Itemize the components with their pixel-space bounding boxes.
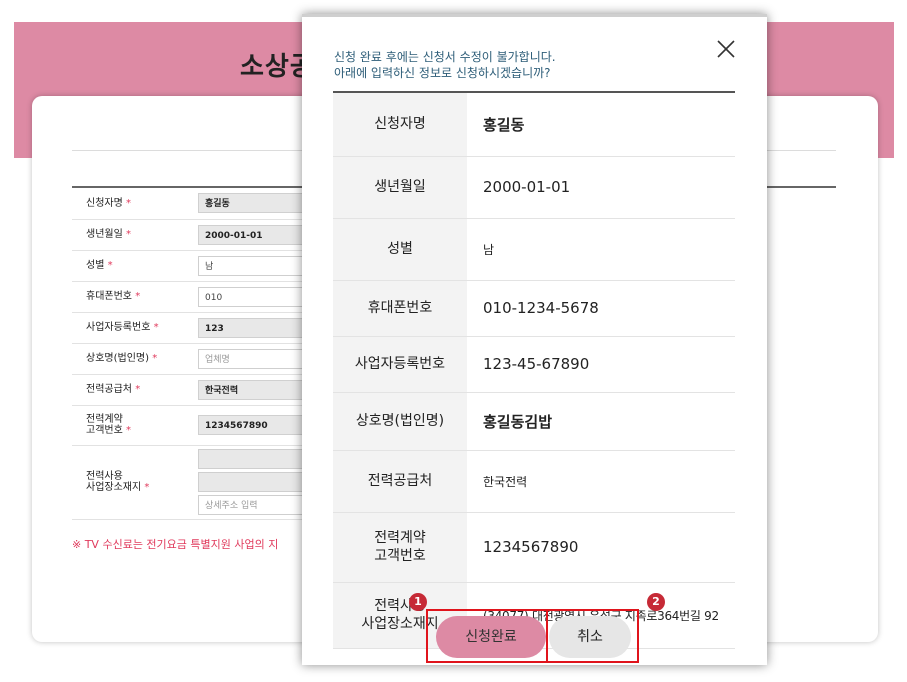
power-supplier-select[interactable]: 한국전력 bbox=[198, 379, 310, 400]
summary-value: 2000-01-01 bbox=[467, 156, 735, 219]
summary-label: 사업자등록번호 bbox=[333, 336, 467, 393]
field-label: 생년월일 bbox=[86, 229, 123, 240]
address-input[interactable] bbox=[198, 472, 310, 492]
field-label: 상호명(법인명) bbox=[86, 353, 150, 364]
required-mark: * bbox=[126, 425, 131, 436]
business-number-input[interactable]: 123 bbox=[198, 317, 310, 338]
summary-label: 성별 bbox=[333, 218, 467, 281]
form-row-customer-number: 전력계약 고객번호 * 1234567890 bbox=[72, 405, 312, 446]
required-mark: * bbox=[152, 353, 158, 364]
summary-label: 휴대폰번호 bbox=[333, 280, 467, 337]
close-icon bbox=[717, 40, 735, 58]
summary-value: 1234567890 bbox=[467, 512, 735, 583]
form-row-birthdate: 생년월일 * 2000-01-01 bbox=[72, 219, 312, 251]
required-mark: * bbox=[126, 229, 131, 240]
step-badge-2: 2 bbox=[647, 593, 665, 611]
summary-value: 홍길동김밥 bbox=[467, 392, 735, 451]
form-row-applicant: 신청자명 * 홍길동 bbox=[72, 188, 312, 220]
summary-row-company: 상호명(법인명) 홍길동김밥 bbox=[333, 392, 735, 451]
field-label: 사업자등록번호 bbox=[86, 322, 151, 333]
summary-label: 신청자명 bbox=[333, 93, 467, 157]
summary-value: 홍길동 bbox=[467, 93, 735, 157]
form-row-address: 전력사용 사업장소재지 * 상세주소 입력 bbox=[72, 445, 312, 520]
summary-row-power-supplier: 전력공급처 한국전력 bbox=[333, 450, 735, 513]
company-name-input[interactable]: 업체명 bbox=[198, 348, 310, 369]
summary-row-birthdate: 생년월일 2000-01-01 bbox=[333, 156, 735, 219]
required-mark: * bbox=[135, 384, 141, 395]
field-label: 성별 bbox=[86, 260, 105, 271]
gender-select[interactable]: 남 bbox=[198, 255, 310, 276]
field-label: 신청자명 bbox=[86, 197, 123, 209]
field-label: 전력사용 사업장소재지 bbox=[86, 471, 142, 493]
form-row-company: 상호명(법인명) * 업체명 bbox=[72, 343, 312, 375]
customer-number-input[interactable]: 1234567890 bbox=[198, 415, 310, 435]
birthdate-input[interactable]: 2000-01-01 bbox=[198, 224, 310, 245]
summary-label: 전력공급처 bbox=[333, 450, 467, 513]
form-row-phone: 휴대폰번호 * 010 bbox=[72, 281, 312, 313]
field-label: 전력공급처 bbox=[86, 384, 132, 395]
step-badge-1: 1 bbox=[409, 593, 427, 611]
required-mark: * bbox=[126, 197, 131, 209]
form-row-business-number: 사업자등록번호 * 123 bbox=[72, 312, 312, 344]
address-detail-input[interactable]: 상세주소 입력 bbox=[198, 495, 310, 515]
field-label: 휴대폰번호 bbox=[86, 291, 132, 302]
summary-value: 남 bbox=[467, 218, 735, 281]
highlight-box-cancel bbox=[546, 609, 639, 663]
confirm-dialog: 신청 완료 후에는 신청서 수정이 불가합니다. 아래에 입력하신 정보로 신청… bbox=[302, 14, 767, 665]
required-mark: * bbox=[153, 322, 159, 333]
applicant-name-input[interactable]: 홍길동 bbox=[198, 193, 310, 214]
summary-row-customer-number: 전력계약 고객번호 1234567890 bbox=[333, 512, 735, 583]
summary-row-gender: 성별 남 bbox=[333, 218, 735, 281]
phone-select[interactable]: 010 bbox=[198, 286, 310, 307]
summary-value: 123-45-67890 bbox=[467, 336, 735, 393]
confirm-message-line-2: 아래에 입력하신 정보로 신청하시겠습니까? bbox=[334, 66, 551, 80]
summary-table: 신청자명 홍길동 생년월일 2000-01-01 성별 남 휴대폰번호 010-… bbox=[333, 93, 735, 649]
summary-row-phone: 휴대폰번호 010-1234-5678 bbox=[333, 280, 735, 337]
summary-label: 전력계약 고객번호 bbox=[333, 512, 467, 583]
summary-label: 생년월일 bbox=[333, 156, 467, 219]
confirm-message-line-1: 신청 완료 후에는 신청서 수정이 불가합니다. bbox=[334, 50, 556, 64]
form-row-gender: 성별 * 남 bbox=[72, 250, 312, 282]
confirm-message: 신청 완료 후에는 신청서 수정이 불가합니다. 아래에 입력하신 정보로 신청… bbox=[334, 49, 556, 81]
required-mark: * bbox=[107, 260, 113, 271]
application-form: 신청자명 * 홍길동 생년월일 * 2000-01-01 성별 * 남 휴대폰번… bbox=[72, 188, 312, 520]
field-label: 전력계약 고객번호 bbox=[86, 414, 123, 436]
summary-value: 010-1234-5678 bbox=[467, 280, 735, 337]
required-mark: * bbox=[144, 482, 150, 493]
highlight-box-submit bbox=[426, 609, 548, 663]
summary-value: 한국전력 bbox=[467, 450, 735, 513]
close-button[interactable] bbox=[714, 37, 738, 61]
summary-label: 상호명(법인명) bbox=[333, 392, 467, 451]
form-row-power-supplier: 전력공급처 * 한국전력 bbox=[72, 374, 312, 406]
notice-text: ※ TV 수신료는 전기요금 특별지원 사업의 지 bbox=[72, 538, 279, 551]
summary-row-applicant: 신청자명 홍길동 bbox=[333, 93, 735, 157]
summary-row-business-number: 사업자등록번호 123-45-67890 bbox=[333, 336, 735, 393]
postcode-input[interactable] bbox=[198, 449, 310, 469]
required-mark: * bbox=[135, 291, 141, 302]
